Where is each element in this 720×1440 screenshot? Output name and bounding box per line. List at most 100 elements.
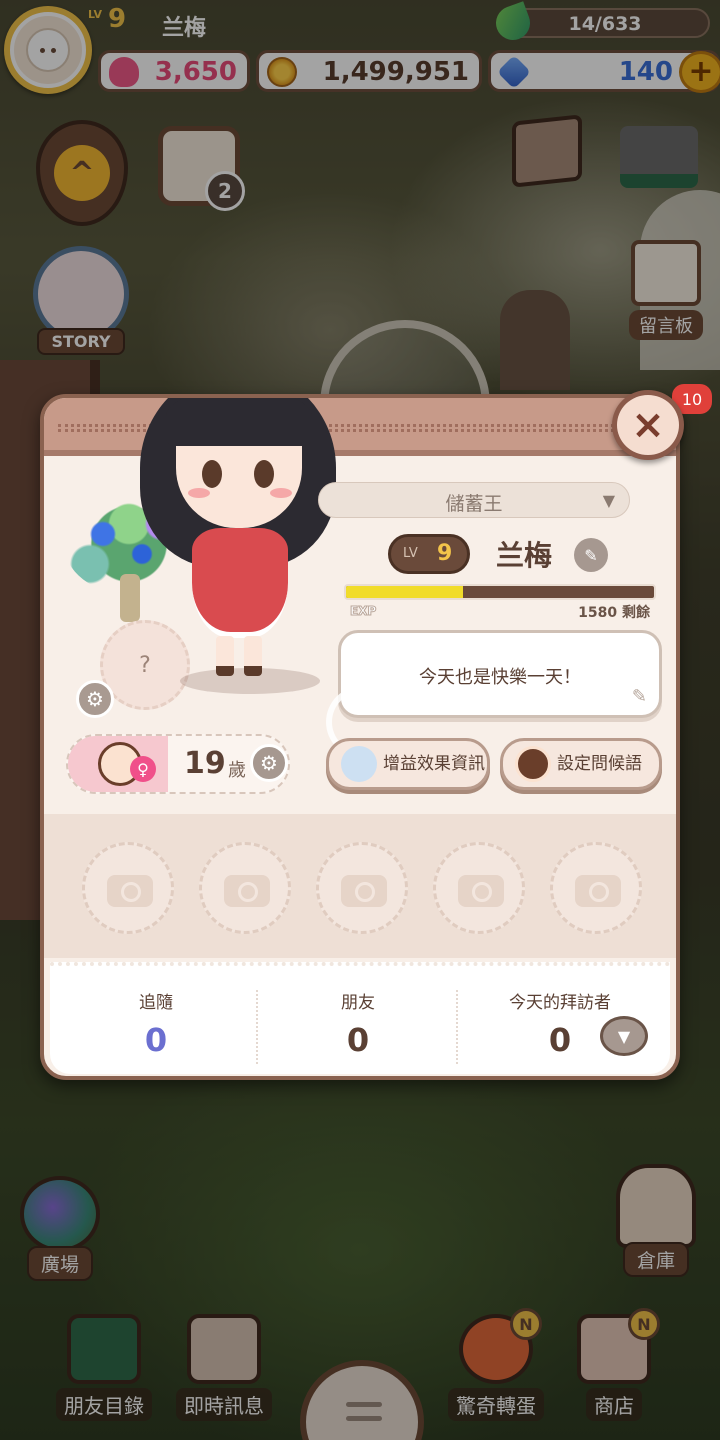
player-level: 9 <box>108 4 127 34</box>
social-stats: 追隨 0 朋友 0 今天的拜訪者 0 ▼ <box>50 962 670 1074</box>
chevron-down-icon: ▼ <box>617 1026 631 1046</box>
leaf-energy-bar[interactable]: 14/633 <box>491 1 710 45</box>
calendar-button[interactable]: 2 <box>158 126 245 211</box>
heart-icon <box>109 57 139 87</box>
gacha-label: 驚奇轉蛋 <box>448 1388 544 1421</box>
warehouse-button[interactable]: 倉庫 <box>606 1164 706 1277</box>
pencil-icon: ✎ <box>584 545 598 565</box>
follow-stat[interactable]: 追隨 0 <box>56 988 256 1059</box>
profile-level-pill: LV 9 <box>388 534 470 574</box>
age-unit: 歲 <box>228 760 246 781</box>
book-icon <box>67 1314 141 1384</box>
menu-icon-line <box>346 1416 382 1421</box>
greeting-text: 今天也是快樂一天！ <box>419 667 581 688</box>
top-status-bar: LV 9 兰梅 14/633 3,650 1,499,951 140 + <box>0 0 720 100</box>
pencil-icon: ✎ <box>631 686 647 707</box>
avatar-image <box>10 12 86 88</box>
gender-panel: ♀ <box>68 736 168 792</box>
camera-plus-icon <box>458 875 504 907</box>
messages-label: 即時訊息 <box>176 1388 272 1421</box>
title-badge-select[interactable]: 儲蓄王 ▼ <box>318 482 630 518</box>
chevron-up-icon: ^ <box>54 145 110 201</box>
visitors-label: 今天的拜訪者 <box>509 993 611 1013</box>
gem-icon <box>497 55 531 89</box>
hearts-value: 3,650 <box>154 57 237 87</box>
story-button[interactable]: STORY <box>26 246 136 366</box>
close-button[interactable]: × <box>612 390 684 460</box>
message-board-label: 留言板 <box>629 310 703 340</box>
friends-value: 0 <box>346 1021 370 1059</box>
plaza-tree-icon <box>20 1176 100 1252</box>
player-avatar[interactable] <box>4 6 92 94</box>
shop-button[interactable]: N 商店 <box>558 1308 670 1421</box>
tree-trunk <box>120 574 140 622</box>
photo-slot[interactable] <box>433 842 525 934</box>
coins-value: 1,499,951 <box>322 57 469 87</box>
buff-icon <box>341 746 377 782</box>
modal-header <box>44 398 676 456</box>
chevron-down-icon: ▼ <box>602 491 615 510</box>
gems-value: 140 <box>618 57 673 87</box>
leaf-energy-value: 14/633 <box>568 13 642 35</box>
camera-plus-icon <box>107 875 153 907</box>
warehouse-label: 倉庫 <box>622 1242 689 1277</box>
photo-slot[interactable] <box>316 842 408 934</box>
gacha-button[interactable]: N 驚奇轉蛋 <box>440 1308 552 1421</box>
camera-plus-icon <box>575 875 621 907</box>
character-leg <box>244 636 262 676</box>
shop-new-badge: N <box>628 1308 660 1340</box>
story-label: STORY <box>37 328 125 355</box>
board-icon <box>631 240 701 306</box>
player-name: 兰梅 <box>162 16 207 41</box>
chat-icon <box>187 1314 261 1384</box>
set-greeting-button[interactable]: 設定問候語 <box>500 738 662 790</box>
friends-stat[interactable]: 朋友 0 <box>258 988 458 1059</box>
character-legs <box>216 636 266 686</box>
edit-name-button[interactable]: ✎ <box>574 538 608 572</box>
camera-plus-icon <box>341 875 387 907</box>
character-settings-button[interactable]: ⚙ <box>76 680 114 718</box>
follow-label: 追隨 <box>139 993 173 1013</box>
character-leg <box>216 636 234 676</box>
friends-label: 朋友 <box>341 993 375 1013</box>
message-board-button[interactable]: 留言板 <box>616 240 716 340</box>
buy-gems-button[interactable]: + <box>679 51 720 93</box>
friends-list-button[interactable]: 朋友目錄 <box>48 1314 160 1421</box>
profile-level-tag: LV <box>403 546 418 561</box>
decorate-cube-button[interactable] <box>620 126 698 188</box>
house-door <box>500 290 570 390</box>
calendar-badge: 2 <box>205 171 245 211</box>
gear-icon: ⚙ <box>86 687 104 711</box>
menu-icon-line <box>346 1402 382 1407</box>
photo-slot[interactable] <box>82 842 174 934</box>
avatar-face-icon <box>26 28 70 72</box>
gems-counter[interactable]: 140 + <box>488 50 720 93</box>
character-dress <box>192 528 288 638</box>
buff-info-button[interactable]: 增益效果資訊 <box>326 738 490 790</box>
hearts-counter[interactable]: 3,650 <box>98 50 250 92</box>
exp-remaining: 1580 剩餘 <box>578 605 650 621</box>
age-value: 19 <box>184 746 226 781</box>
visitors-dropdown-button[interactable]: ▼ <box>600 1016 648 1056</box>
gear-icon: ⚙ <box>260 751 278 775</box>
character-blush <box>270 488 292 498</box>
exp-label: EXP <box>349 604 377 619</box>
profile-modal: ? ⚙ 儲蓄王 ▼ LV 9 兰梅 ✎ EXP 1580 剩餘 今天也是快樂一天… <box>40 394 680 1080</box>
child-face-icon <box>515 746 551 782</box>
friends-list-label: 朋友目錄 <box>56 1388 152 1421</box>
follow-value: 0 <box>144 1021 168 1059</box>
messages-button[interactable]: 即時訊息 <box>168 1314 280 1421</box>
stat-divider <box>456 990 458 1064</box>
character-blush <box>188 488 210 498</box>
build-cube-button[interactable] <box>512 114 582 188</box>
gacha-new-badge: N <box>510 1308 542 1340</box>
photo-slot[interactable] <box>550 842 642 934</box>
set-greeting-label: 設定問候語 <box>557 753 642 774</box>
character-eye <box>254 460 274 488</box>
player-character <box>140 398 340 708</box>
player-level-tag: LV <box>88 8 103 21</box>
photo-slot[interactable] <box>199 842 291 934</box>
age-settings-button[interactable]: ⚙ <box>250 744 288 782</box>
plaza-button[interactable]: 廣場 <box>10 1176 110 1281</box>
coins-counter[interactable]: 1,499,951 <box>256 50 482 92</box>
